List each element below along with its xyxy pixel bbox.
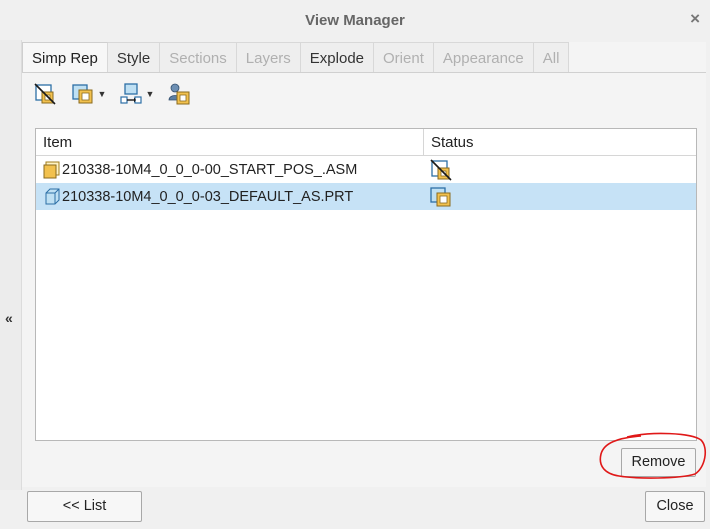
item-cell: 210338-10M4_0_0_0-03_DEFAULT_AS.PRT (36, 188, 424, 206)
tab-sections[interactable]: Sections (160, 42, 237, 73)
exclude-icon[interactable] (32, 81, 58, 107)
list-button[interactable]: << List (27, 491, 142, 522)
remove-button[interactable]: Remove (621, 448, 696, 477)
tab-style[interactable]: Style (107, 42, 161, 73)
assembly-icon (43, 161, 60, 178)
toolbar: ▼ ▼ (32, 80, 192, 108)
representation-list: Item Status 210338-10M4_0_0_0-00_START_P… (35, 128, 697, 441)
tab-appearance[interactable]: Appearance (433, 42, 534, 73)
collapse-panel-icon[interactable]: « (5, 310, 13, 326)
status-cell (424, 185, 696, 209)
tab-layers[interactable]: Layers (236, 42, 301, 73)
window-title: View Manager (305, 12, 405, 29)
view-manager-panel: Simp Rep Style Sections Layers Explode O… (22, 42, 707, 487)
tab-explode[interactable]: Explode (300, 42, 375, 73)
table-row[interactable]: 210338-10M4_0_0_0-03_DEFAULT_AS.PRT (36, 183, 696, 210)
dialog-footer: << List Close (0, 490, 710, 529)
column-header-status[interactable]: Status (424, 129, 696, 155)
copy-rep-dropdown-icon[interactable]: ▼ (144, 81, 156, 107)
item-cell: 210338-10M4_0_0_0-00_START_POS_.ASM (36, 161, 424, 179)
substitute-status-icon (430, 186, 451, 206)
close-button[interactable]: Close (645, 491, 705, 522)
window-close-icon[interactable]: × (690, 9, 700, 29)
tab-bar: Simp Rep Style Sections Layers Explode O… (22, 42, 570, 73)
title-bar: View Manager × (0, 0, 710, 40)
tab-all[interactable]: All (533, 42, 570, 73)
tab-orient[interactable]: Orient (374, 42, 434, 73)
column-header-item[interactable]: Item (36, 129, 424, 155)
substitute-icon[interactable] (70, 81, 96, 107)
user-defined-icon[interactable] (166, 81, 192, 107)
item-name: 210338-10M4_0_0_0-00_START_POS_.ASM (62, 161, 358, 178)
exclude-status-icon (430, 158, 452, 181)
copy-rep-icon[interactable] (118, 81, 144, 107)
table-row[interactable]: 210338-10M4_0_0_0-00_START_POS_.ASM (36, 156, 696, 183)
left-collapse-strip: « (0, 40, 22, 490)
substitute-dropdown-icon[interactable]: ▼ (96, 81, 108, 107)
tab-divider (22, 72, 706, 73)
item-name: 210338-10M4_0_0_0-03_DEFAULT_AS.PRT (62, 188, 354, 205)
status-cell (424, 158, 696, 182)
list-header: Item Status (36, 129, 696, 156)
tab-simp-rep[interactable]: Simp Rep (22, 42, 108, 73)
part-icon (45, 188, 60, 204)
